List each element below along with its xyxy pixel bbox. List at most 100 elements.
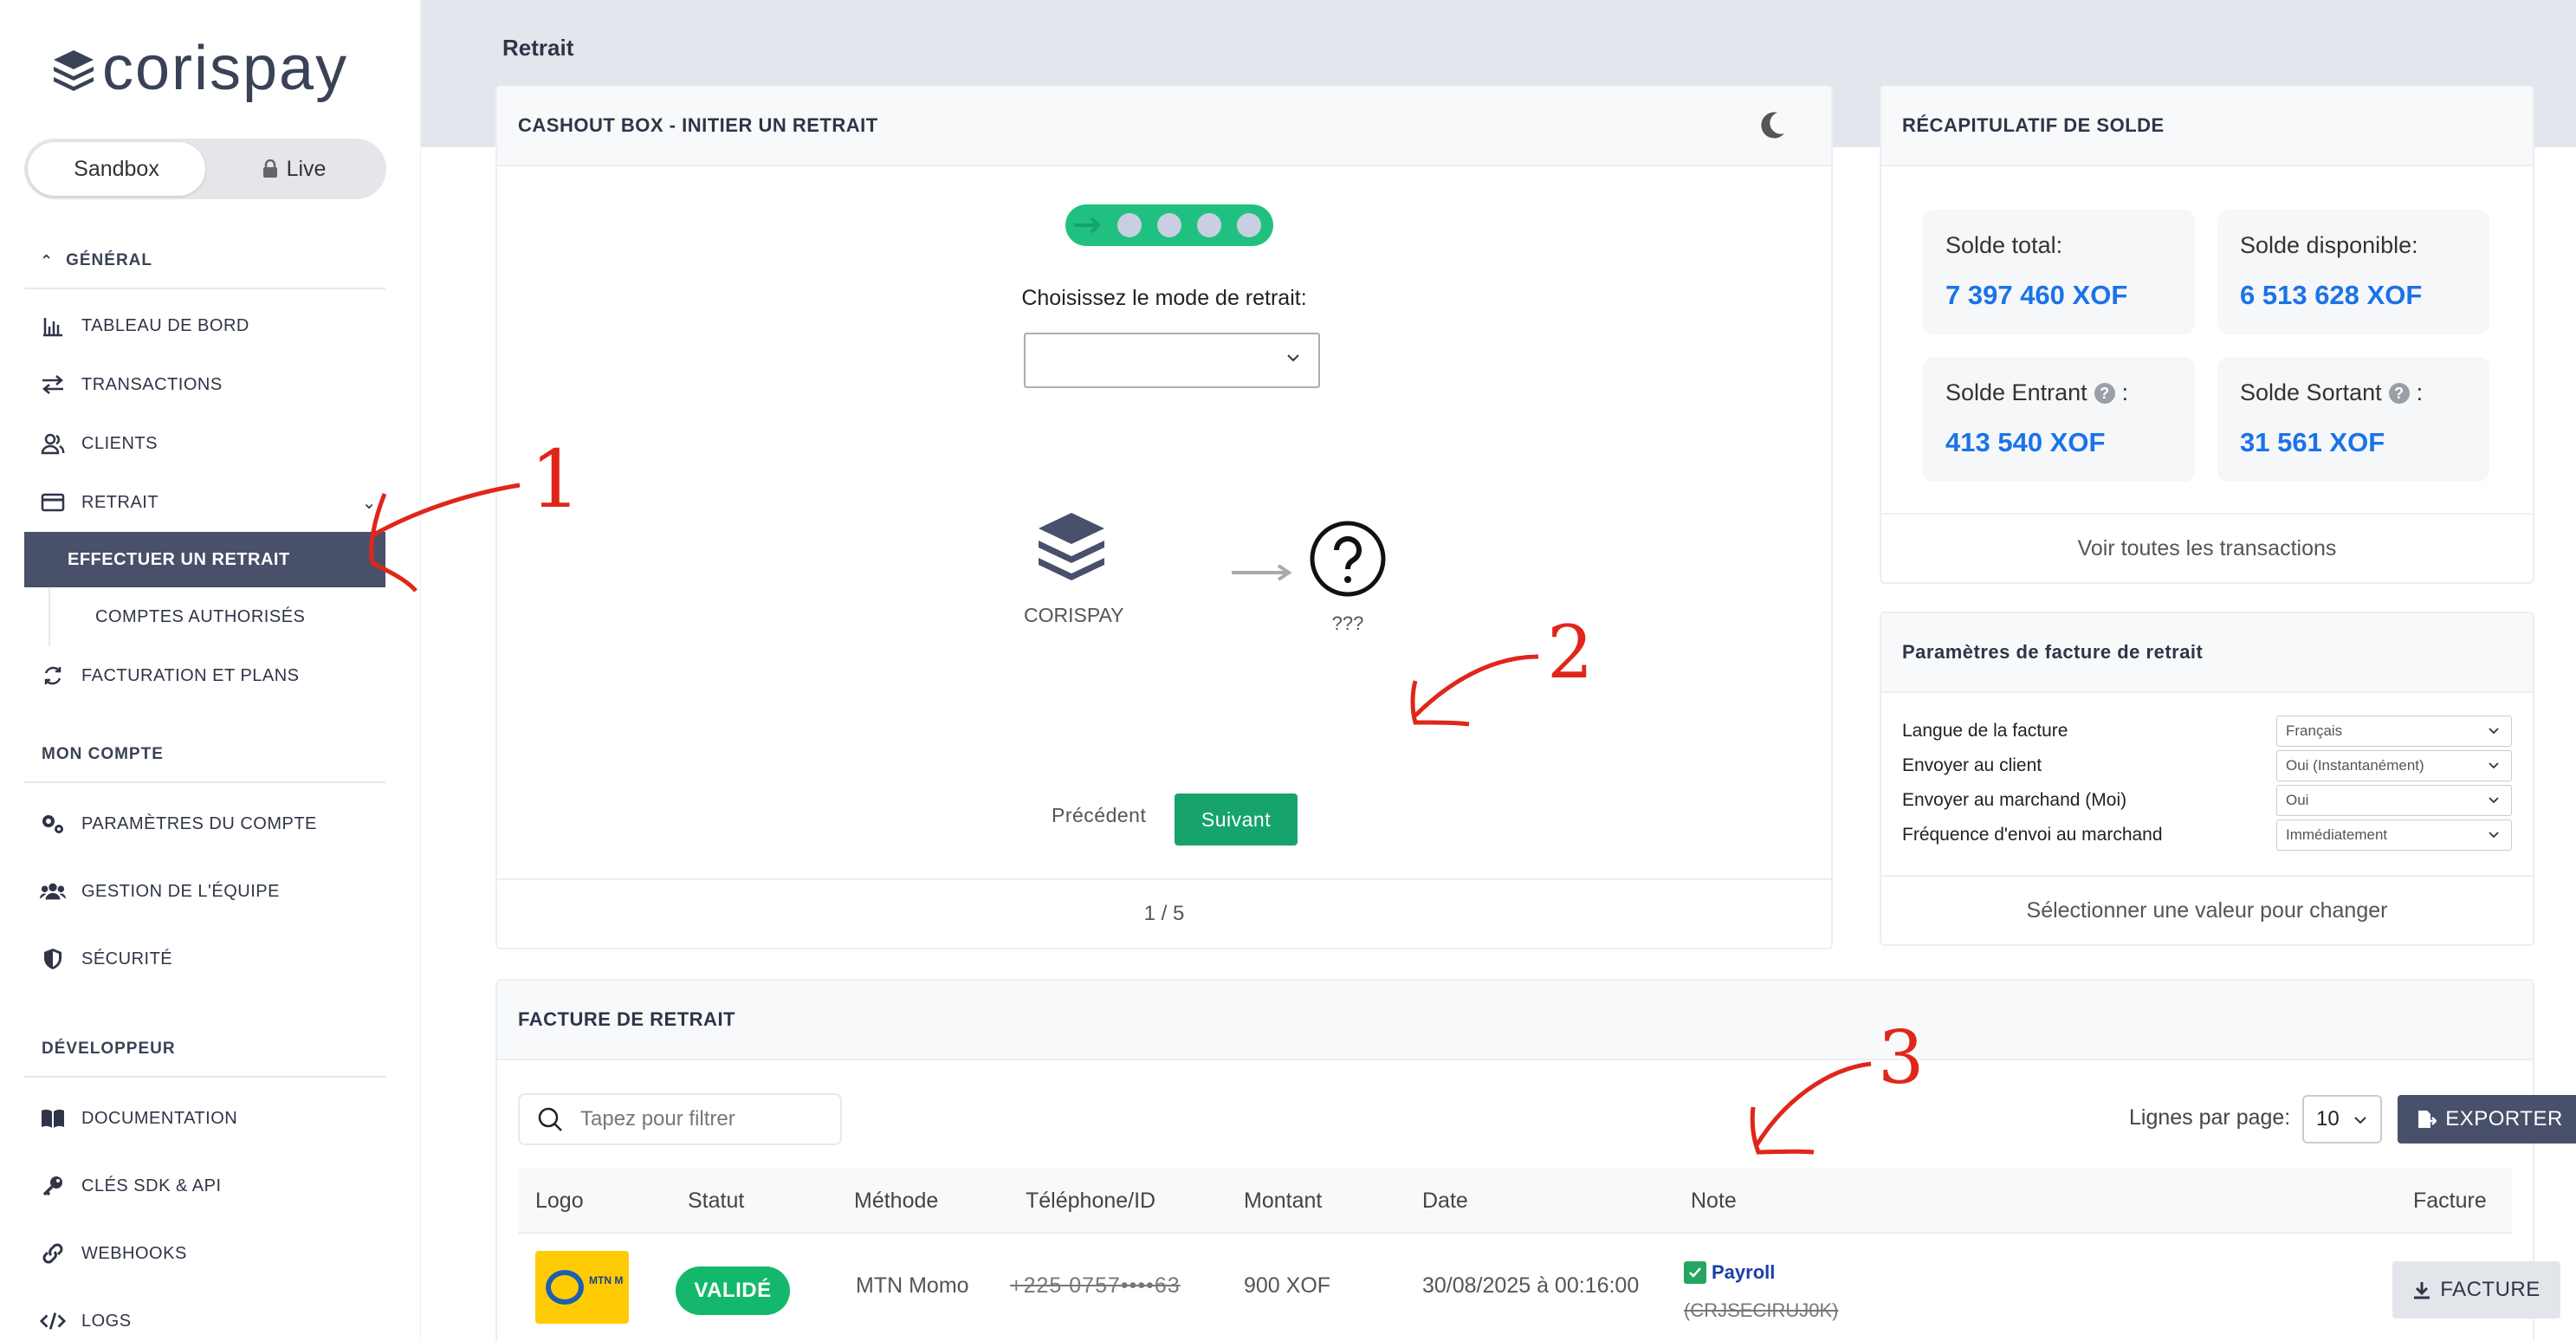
balance-title: RÉCAPITULATIF DE SOLDE: [1881, 87, 2533, 166]
check-icon: [1684, 1261, 1706, 1284]
sidebar-item-security[interactable]: SÉCURITÉ: [24, 925, 385, 993]
sandbox-option[interactable]: Sandbox: [28, 142, 205, 196]
chevron-down-icon: [2489, 797, 2499, 804]
cashout-card: CASHOUT BOX - INITIER UN RETRAIT Choisis…: [495, 85, 1833, 949]
sidebar: corispay Sandbox Live ⌃ GÉNÉRAL TABLEAU …: [0, 0, 421, 1341]
brand-logo[interactable]: corispay: [50, 33, 348, 104]
general-section-title[interactable]: ⌃ GÉNÉRAL: [24, 251, 385, 289]
chevron-down-icon: [2489, 728, 2499, 735]
column-header[interactable]: Méthode: [854, 1189, 938, 1214]
brand-name: corispay: [102, 34, 349, 103]
step-dot: [1157, 213, 1181, 237]
phone-cell: +225 0757••••63: [1010, 1273, 1181, 1298]
book-icon: [40, 1105, 66, 1131]
frequency-select[interactable]: Immédiatement: [2276, 820, 2512, 851]
column-header[interactable]: Téléphone/ID: [1026, 1189, 1155, 1214]
step-dot: [1237, 213, 1261, 237]
send-merchant-select[interactable]: Oui: [2276, 785, 2512, 816]
invoices-card: FACTURE DE RETRAIT Tapez pour filtrer Li…: [495, 979, 2576, 1341]
cashout-card-header: CASHOUT BOX - INITIER UN RETRAIT: [497, 87, 1831, 166]
column-header[interactable]: Date: [1422, 1189, 1468, 1214]
account-section-title: MON COMPTE: [24, 745, 385, 783]
download-invoice-button[interactable]: FACTURE: [2392, 1261, 2560, 1318]
table-header: Logo Statut Méthode Téléphone/ID Montant…: [518, 1168, 2512, 1234]
column-header[interactable]: Logo: [535, 1189, 584, 1214]
sidebar-item-logs[interactable]: LOGS: [24, 1287, 385, 1341]
arrow-right-icon: [1232, 564, 1292, 581]
sidebar-item-effectuer-retrait[interactable]: EFFECTUER UN RETRAIT: [24, 532, 385, 587]
destination-label: ???: [1331, 612, 1364, 634]
sidebar-item-comptes-authorises[interactable]: COMPTES AUTHORISÉS: [49, 587, 385, 646]
sidebar-item-transactions[interactable]: TRANSACTIONS: [24, 355, 385, 414]
refresh-icon: [40, 663, 66, 689]
withdraw-mode-select[interactable]: [1024, 333, 1320, 388]
mtn-momo-logo-icon: MTN MoMo: [546, 1270, 624, 1305]
filter-placeholder: Tapez pour filtrer: [580, 1107, 735, 1130]
sidebar-item-dashboard[interactable]: TABLEAU DE BORD: [24, 296, 385, 355]
dev-section-title: DÉVELOPPEUR: [24, 1040, 385, 1078]
source-label: CORISPAY: [1024, 604, 1124, 626]
sidebar-item-clients[interactable]: CLIENTS: [24, 414, 385, 473]
step-pager: 1 / 5: [497, 878, 1831, 948]
help-icon[interactable]: ?: [2094, 382, 2115, 404]
export-button[interactable]: EXPORTER: [2398, 1095, 2576, 1143]
card-icon: [40, 489, 66, 515]
page-title: Retrait: [502, 35, 574, 61]
rows-per-page-label: Lignes par page:: [2129, 1105, 2291, 1130]
next-button[interactable]: Suivant: [1175, 794, 1298, 845]
logo-text: MTN MoMo: [589, 1274, 624, 1286]
step-arrow-icon: [1074, 217, 1101, 234]
link-icon: [40, 1241, 66, 1266]
sidebar-item-facturation[interactable]: FACTURATION ET PLANS: [24, 646, 385, 705]
live-option[interactable]: Live: [205, 142, 383, 196]
step-dot: [1117, 213, 1142, 237]
download-icon: [2414, 1282, 2430, 1299]
rows-per-page-select[interactable]: 10: [2302, 1095, 2382, 1143]
main-content: Retrait CASHOUT BOX - INITIER UN RETRAIT…: [421, 0, 2576, 1341]
invoice-language-select[interactable]: Français: [2276, 716, 2512, 747]
general-section: ⌃ GÉNÉRAL TABLEAU DE BORD TRANSACTIONS C…: [24, 251, 385, 705]
moon-icon[interactable]: [1755, 107, 1790, 142]
chevron-down-icon: [2489, 832, 2499, 839]
balance-total-label: Solde total:: [1945, 232, 2063, 258]
search-icon: [538, 1107, 562, 1131]
step-dot: [1197, 213, 1221, 237]
column-header[interactable]: Facture: [2413, 1189, 2487, 1214]
filter-input[interactable]: Tapez pour filtrer: [518, 1093, 842, 1145]
bar-chart-icon: [40, 313, 66, 339]
column-header[interactable]: Statut: [688, 1189, 744, 1214]
sidebar-item-account-settings[interactable]: PARAMÈTRES DU COMPTE: [24, 790, 385, 858]
sidebar-item-webhooks[interactable]: WEBHOOKS: [24, 1220, 385, 1287]
chevron-down-icon: [1287, 354, 1299, 362]
sidebar-item-documentation[interactable]: DOCUMENTATION: [24, 1085, 385, 1152]
environment-toggle[interactable]: Sandbox Live: [24, 139, 386, 199]
file-export-icon: [2418, 1111, 2437, 1128]
table-row[interactable]: MTN MoMo VALIDÉ MTN Momo +225 0757••••63…: [518, 1235, 2560, 1341]
invoice-params-card: Paramètres de facture de retrait Langue …: [1880, 612, 2534, 946]
question-circle-icon: [1310, 521, 1386, 597]
withdraw-mode-label: Choisissez le mode de retrait:: [1021, 286, 1307, 310]
column-header[interactable]: Montant: [1244, 1189, 1322, 1214]
column-header[interactable]: Note: [1691, 1189, 1737, 1214]
balance-out-value: 31 561 XOF: [2240, 427, 2385, 457]
previous-button[interactable]: Précédent: [1052, 804, 1146, 827]
param-row-send-merchant: Envoyer au marchand (Moi) Oui: [1902, 785, 2512, 816]
users-icon: [40, 431, 66, 457]
help-icon[interactable]: ?: [2388, 382, 2410, 404]
balance-total-value: 7 397 460 XOF: [1945, 280, 2128, 310]
team-icon: [40, 878, 66, 904]
chevron-down-icon: [2354, 1117, 2366, 1124]
sidebar-item-team[interactable]: GESTION DE L'ÉQUIPE: [24, 858, 385, 925]
gears-icon: [40, 811, 66, 837]
param-row-send-client: Envoyer au client Oui (Instantanément): [1902, 750, 2512, 781]
balance-in-tile: Solde Entrant?: 413 540 XOF: [1923, 357, 2195, 482]
corispay-logo-icon: [54, 50, 94, 91]
balance-in-label: Solde Entrant: [1945, 379, 2087, 405]
balance-available-tile: Solde disponible: 6 513 628 XOF: [2217, 210, 2489, 334]
note-cell: Payroll: [1684, 1261, 1775, 1284]
send-client-select[interactable]: Oui (Instantanément): [2276, 750, 2512, 781]
view-all-transactions-link[interactable]: Voir toutes les transactions: [1881, 513, 2533, 582]
chevron-down-icon: ⌄: [361, 493, 377, 513]
sidebar-item-sdk-keys[interactable]: CLÉS SDK & API: [24, 1152, 385, 1220]
sidebar-item-retrait[interactable]: RETRAIT ⌄: [24, 473, 385, 532]
